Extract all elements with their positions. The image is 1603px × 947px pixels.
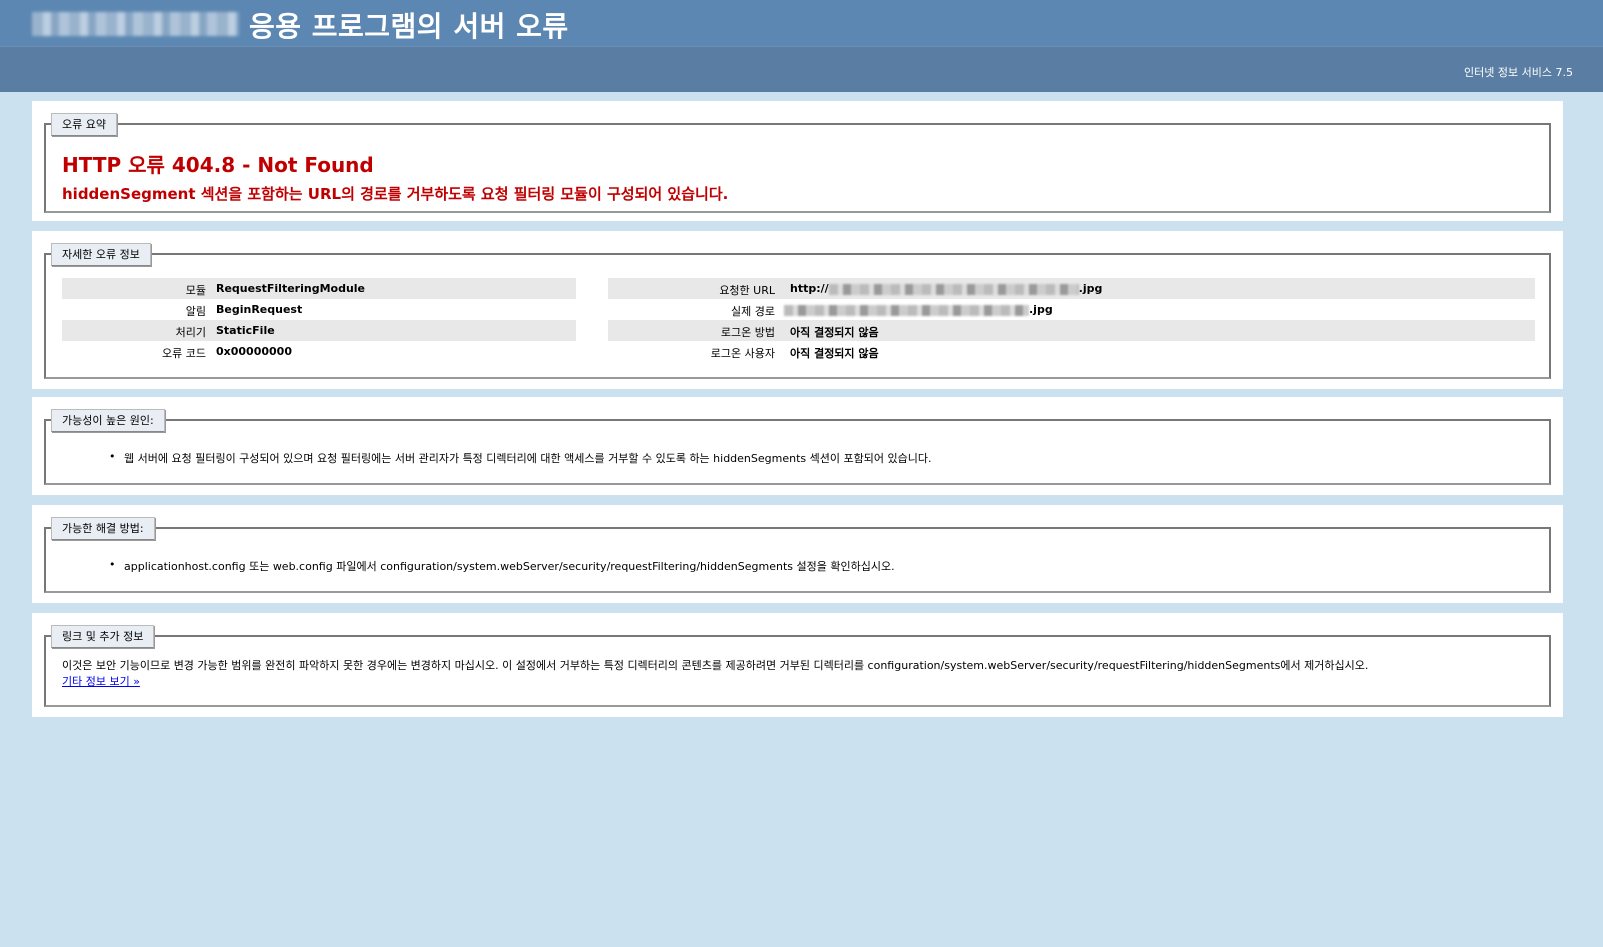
detail-label: 실제 경로 [731, 305, 775, 318]
product-bar: 인터넷 정보 서비스 7.5 [0, 46, 1603, 92]
summary-panel: 오류 요약 HTTP 오류 404.8 - Not Found hiddenSe… [32, 101, 1563, 221]
redacted-url [828, 283, 1079, 295]
causes-fieldset: 가능성이 높은 원인: 웹 서버에 요청 필터링이 구성되어 있으며 요청 필터… [44, 409, 1551, 485]
detail-label: 로그온 사용자 [710, 347, 775, 360]
cause-item: 웹 서버에 요청 필터링이 구성되어 있으며 요청 필터링에는 서버 관리자가 … [109, 450, 931, 466]
links-fieldset: 링크 및 추가 정보 이것은 보안 기능이므로 변경 가능한 범위를 완전히 파… [44, 625, 1551, 707]
causes-legend: 가능성이 높은 원인: [51, 409, 165, 432]
redacted-site-name [32, 12, 239, 36]
detail-row-error-code: 오류 코드 0x00000000 [62, 341, 576, 362]
more-info-link[interactable]: 기타 정보 보기 » [62, 673, 140, 689]
causes-panel: 가능성이 높은 원인: 웹 서버에 요청 필터링이 구성되어 있으며 요청 필터… [32, 397, 1563, 495]
error-description: hiddenSegment 섹션을 포함하는 URL의 경로를 거부하도록 요청… [62, 185, 729, 203]
detail-value: StaticFile [216, 324, 275, 337]
links-legend: 링크 및 추가 정보 [51, 625, 155, 648]
detail-row-module: 모듈 RequestFilteringModule [62, 278, 576, 299]
page-title: 응용 프로그램의 서버 오류 [249, 10, 569, 43]
summary-fieldset: 오류 요약 HTTP 오류 404.8 - Not Found hiddenSe… [44, 113, 1551, 213]
detail-row-physical-path: 실제 경로 .jpg [608, 299, 1535, 320]
detail-label: 처리기 [175, 326, 206, 339]
product-name: 인터넷 정보 서비스 7.5 [1464, 66, 1573, 79]
details-fieldset: 자세한 오류 정보 모듈 RequestFilteringModule 알림 B… [44, 243, 1551, 379]
detail-row-notification: 알림 BeginRequest [62, 299, 576, 320]
detail-value: 0x00000000 [216, 345, 292, 358]
detail-label: 요청한 URL [719, 284, 775, 297]
detail-row-logon-method: 로그온 방법 아직 결정되지 않음 [608, 320, 1535, 341]
detail-value: 아직 결정되지 않음 [790, 347, 879, 360]
detail-value: BeginRequest [216, 303, 303, 316]
details-panel: 자세한 오류 정보 모듈 RequestFilteringModule 알림 B… [32, 231, 1563, 389]
redacted-path [784, 304, 1029, 316]
summary-legend: 오류 요약 [51, 113, 117, 136]
detail-value: http://.jpg [790, 282, 1103, 295]
solutions-panel: 가능한 해결 방법: applicationhost.config 또는 web… [32, 505, 1563, 603]
solutions-fieldset: 가능한 해결 방법: applicationhost.config 또는 web… [44, 517, 1551, 593]
page-header: 응용 프로그램의 서버 오류 [0, 0, 1603, 46]
detail-label: 로그온 방법 [720, 326, 775, 339]
detail-label: 모듈 [185, 284, 206, 297]
detail-row-handler: 처리기 StaticFile [62, 320, 576, 341]
details-legend: 자세한 오류 정보 [51, 243, 151, 266]
more-info-text: 이것은 보안 기능이므로 변경 가능한 범위를 완전히 파악하지 못한 경우에는… [62, 659, 1369, 672]
detail-row-requested-url: 요청한 URL http://.jpg [608, 278, 1535, 299]
detail-value: RequestFilteringModule [216, 282, 366, 295]
solution-item: applicationhost.config 또는 web.config 파일에… [109, 558, 895, 574]
solutions-legend: 가능한 해결 방법: [51, 517, 155, 540]
detail-label: 오류 코드 [162, 347, 206, 360]
detail-label: 알림 [185, 305, 206, 318]
detail-value: 아직 결정되지 않음 [790, 326, 879, 339]
error-title: HTTP 오류 404.8 - Not Found [62, 153, 374, 177]
links-panel: 링크 및 추가 정보 이것은 보안 기능이므로 변경 가능한 범위를 완전히 파… [32, 613, 1563, 717]
detail-row-logon-user: 로그온 사용자 아직 결정되지 않음 [608, 341, 1535, 362]
detail-value: .jpg [784, 303, 1053, 316]
